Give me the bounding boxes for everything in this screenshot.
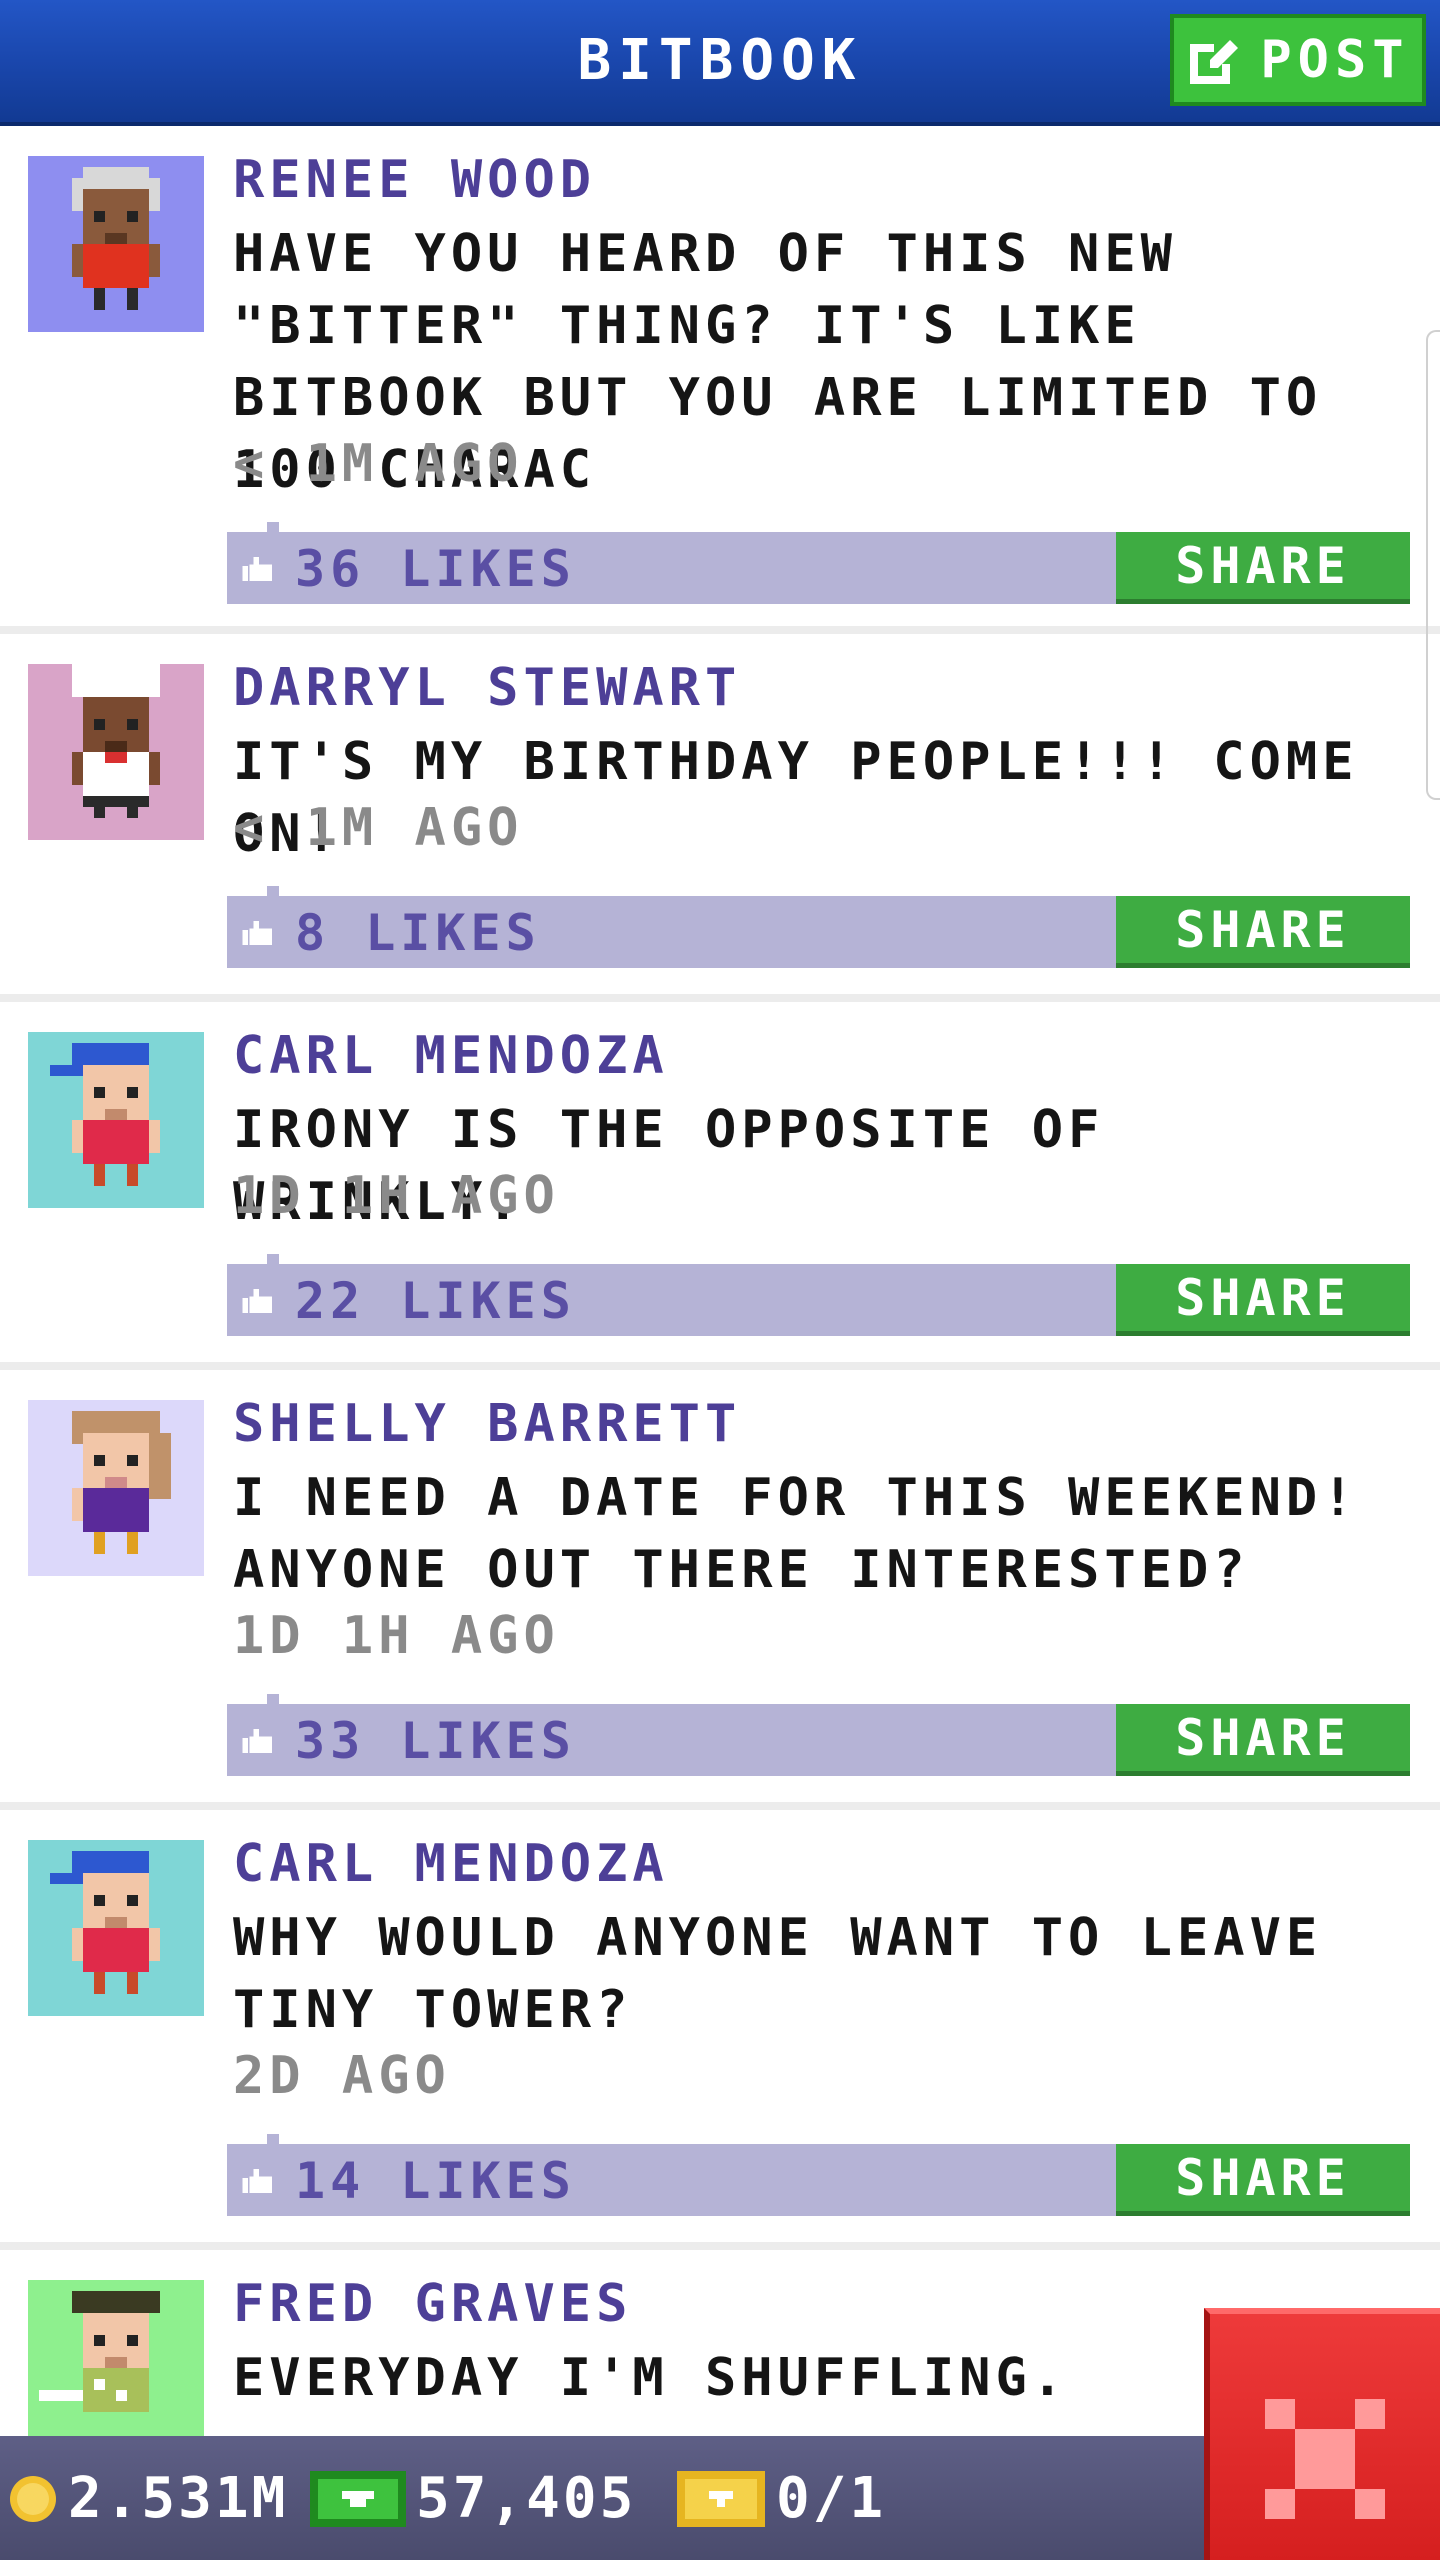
coin-icon (10, 2475, 56, 2522)
feed-post: DARRYL STEWART IT'S MY BIRTHDAY PEOPLE!!… (0, 634, 1440, 1002)
like-bar: 14 LIKES SHARE (227, 2134, 1410, 2216)
avatar (28, 2280, 204, 2436)
share-button[interactable]: SHARE (1116, 1704, 1410, 1776)
post-author[interactable]: SHELLY BARRETT (233, 1394, 741, 1454)
post-author[interactable]: CARL MENDOZA (233, 1026, 669, 1086)
post-author[interactable]: RENEE WOOD (233, 150, 596, 210)
close-icon (1265, 2399, 1385, 2519)
thumbs-up-icon (242, 557, 272, 581)
scrollbar[interactable] (1426, 330, 1440, 800)
like-button[interactable]: 8 LIKES (241, 904, 541, 962)
share-button[interactable]: SHARE (1116, 1264, 1410, 1336)
edit-icon (1190, 40, 1239, 84)
like-button[interactable]: 36 LIKES (241, 540, 576, 598)
share-button[interactable]: SHARE (1116, 896, 1410, 968)
avatar (28, 1400, 204, 1576)
thumbs-up-icon (242, 2169, 272, 2193)
post-button[interactable]: POST (1170, 14, 1426, 106)
coins-value: 2.531M (68, 2466, 289, 2531)
post-author[interactable]: CARL MENDOZA (233, 1834, 669, 1894)
share-button[interactable]: SHARE (1116, 2144, 1410, 2216)
like-bar: 36 LIKES SHARE (227, 522, 1410, 604)
feed-list[interactable]: RENEE WOOD HAVE YOU HEARD OF THIS NEW "B… (0, 126, 1440, 2436)
close-button[interactable] (1204, 2308, 1440, 2560)
tickets-value: 0/1 (776, 2466, 887, 2531)
likes-count: 22 LIKES (295, 1272, 576, 1330)
like-button[interactable]: 22 LIKES (241, 1272, 576, 1330)
tickets-stat: 0/1 (676, 2466, 886, 2531)
feed-post: CARL MENDOZA IRONY IS THE OPPOSITE OF WR… (0, 1002, 1440, 1370)
bux-stat: 57,405 (310, 2466, 636, 2531)
like-button[interactable]: 14 LIKES (241, 2152, 576, 2210)
thumbs-up-icon (242, 1729, 272, 1753)
post-message: I NEED A DATE FOR THIS WEEKEND! ANYONE O… (233, 1468, 1359, 1600)
feed-post: RENEE WOOD HAVE YOU HEARD OF THIS NEW "B… (0, 126, 1440, 634)
feed-post: SHELLY BARRETT I NEED A DATE FOR THIS WE… (0, 1370, 1440, 1810)
avatar (28, 664, 204, 840)
post-author[interactable]: FRED GRAVES (233, 2274, 632, 2334)
post-time: 1D 1H AGO (233, 1166, 560, 1226)
likes-count: 36 LIKES (295, 540, 576, 598)
bux-value: 57,405 (416, 2466, 637, 2531)
ticket-icon (677, 2470, 765, 2527)
post-time: 1D 1H AGO (233, 1606, 560, 1666)
likes-count: 14 LIKES (295, 2152, 576, 2210)
likes-count: 8 LIKES (295, 904, 541, 962)
post-time: < 1M AGO (233, 798, 524, 858)
bux-icon (310, 2470, 406, 2527)
share-button[interactable]: SHARE (1116, 532, 1410, 604)
like-bar: 22 LIKES SHARE (227, 1254, 1410, 1336)
post-message: WHY WOULD ANYONE WANT TO LEAVE TINY TOWE… (233, 1908, 1323, 2040)
avatar (28, 1032, 204, 1208)
post-time: < 1M AGO (233, 434, 524, 494)
likes-count: 33 LIKES (295, 1712, 576, 1770)
top-bar: BITBOOK POST (0, 0, 1440, 126)
coins-stat: 2.531M (8, 2466, 288, 2531)
thumbs-up-icon (242, 921, 272, 945)
like-button[interactable]: 33 LIKES (241, 1712, 576, 1770)
avatar (28, 156, 204, 332)
like-bar: 8 LIKES SHARE (227, 886, 1410, 968)
feed-post: CARL MENDOZA WHY WOULD ANYONE WANT TO LE… (0, 1810, 1440, 2250)
avatar (28, 1840, 204, 2016)
thumbs-up-icon (242, 1289, 272, 1313)
like-bar: 33 LIKES SHARE (227, 1694, 1410, 1776)
post-button-label: POST (1260, 30, 1410, 90)
post-time: 2D AGO (233, 2046, 451, 2106)
post-author[interactable]: DARRYL STEWART (233, 658, 741, 718)
